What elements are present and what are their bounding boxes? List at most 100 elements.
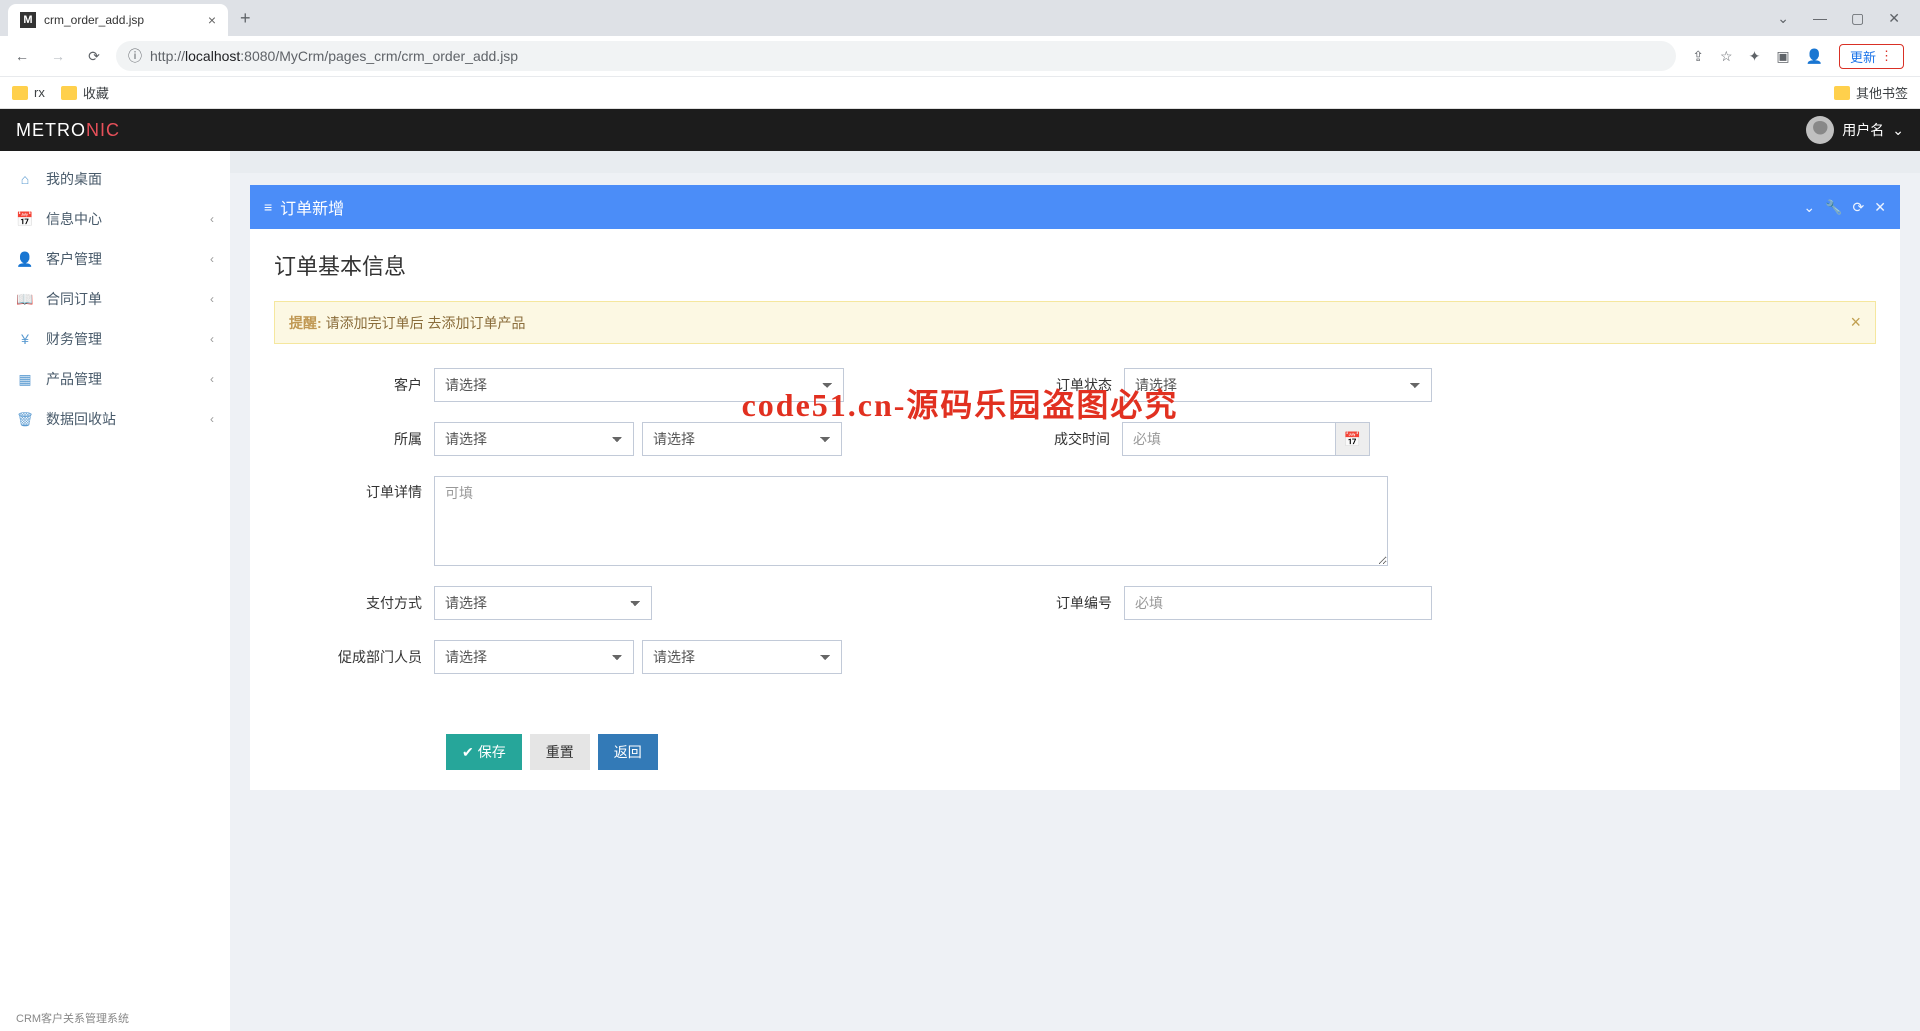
chevron-left-icon: ‹ bbox=[210, 332, 214, 346]
panel-actions: ⌄ 🔧 ⟳ ✕ bbox=[1803, 199, 1886, 216]
reset-button[interactable]: 重置 bbox=[530, 734, 590, 770]
order-status-select[interactable]: 请选择 bbox=[1124, 368, 1432, 402]
address-bar: ← → ⟳ ⓘ http://localhost:8080/MyCrm/page… bbox=[0, 36, 1920, 76]
browser-tab[interactable]: M crm_order_add.jsp × bbox=[8, 4, 228, 36]
close-window-icon[interactable]: ✕ bbox=[1888, 10, 1900, 27]
footer-hint: CRM客户关系管理系统 bbox=[16, 1010, 129, 1026]
sidebar-item-customer[interactable]: 👤 客户管理 ‹ bbox=[0, 239, 230, 279]
close-panel-icon[interactable]: ✕ bbox=[1874, 199, 1886, 216]
back-button[interactable]: 返回 bbox=[598, 734, 658, 770]
dept-staff-label: 促成部门人员 bbox=[274, 647, 434, 667]
section-title: 订单基本信息 bbox=[274, 249, 1876, 281]
profile-icon[interactable]: 👤 bbox=[1806, 48, 1823, 65]
staff-select[interactable]: 请选择 bbox=[642, 640, 842, 674]
new-tab-button[interactable]: + bbox=[240, 8, 251, 29]
window-controls: ⌄ — ▢ ✕ bbox=[1777, 10, 1912, 27]
back-button[interactable]: ← bbox=[8, 42, 36, 70]
menu-dots-icon: ⋮ bbox=[1880, 48, 1893, 64]
chevron-left-icon: ‹ bbox=[210, 212, 214, 226]
order-no-label: 订单编号 bbox=[1004, 593, 1124, 613]
browser-chrome: M crm_order_add.jsp × + ⌄ — ▢ ✕ ← → ⟳ ⓘ … bbox=[0, 0, 1920, 109]
customer-select[interactable]: 请选择 bbox=[434, 368, 844, 402]
sidebar: ⌂ 我的桌面 📅 信息中心 ‹ 👤 客户管理 ‹ 📖 合同订单 ‹ ¥ 财务管理… bbox=[0, 151, 230, 1031]
sidebar-item-info[interactable]: 📅 信息中心 ‹ bbox=[0, 199, 230, 239]
chevron-left-icon: ‹ bbox=[210, 292, 214, 306]
refresh-icon[interactable]: ⟳ bbox=[1853, 199, 1865, 216]
url-field[interactable]: ⓘ http://localhost:8080/MyCrm/pages_crm/… bbox=[116, 41, 1676, 71]
breadcrumb-bar bbox=[230, 151, 1920, 173]
owner2-select[interactable]: 请选择 bbox=[642, 422, 842, 456]
deal-time-input[interactable] bbox=[1122, 422, 1336, 456]
sidebar-item-label: 合同订单 bbox=[46, 289, 198, 309]
config-icon[interactable]: 🔧 bbox=[1825, 199, 1842, 216]
sidebar-item-label: 信息中心 bbox=[46, 209, 198, 229]
sidebar-item-label: 客户管理 bbox=[46, 249, 198, 269]
alert-label: 提醒: bbox=[289, 313, 322, 333]
customer-label: 客户 bbox=[274, 375, 434, 395]
bookmark-other[interactable]: 其他书签 bbox=[1834, 83, 1908, 102]
minimize-icon[interactable]: — bbox=[1813, 10, 1827, 27]
folder-icon bbox=[61, 86, 77, 100]
username-label: 用户名 bbox=[1842, 120, 1884, 140]
form-actions: ✔保存 重置 返回 bbox=[274, 694, 1876, 770]
tab-bar: M crm_order_add.jsp × + ⌄ — ▢ ✕ bbox=[0, 0, 1920, 36]
tab-favicon: M bbox=[20, 12, 36, 28]
forward-button[interactable]: → bbox=[44, 42, 72, 70]
dept-select[interactable]: 请选择 bbox=[434, 640, 634, 674]
tab-title: crm_order_add.jsp bbox=[44, 13, 200, 27]
order-no-input[interactable] bbox=[1124, 586, 1432, 620]
panel-body: 订单基本信息 提醒: 请添加完订单后 去添加订单产品 × 客户 请选择 订单状态 bbox=[250, 229, 1900, 790]
calendar-icon[interactable]: 📅 bbox=[1336, 422, 1370, 456]
folder-icon bbox=[1834, 86, 1850, 100]
sidebar-item-label: 产品管理 bbox=[46, 369, 198, 389]
toolbar-icons: ⇪ ☆ ✦ ▣ 👤 更新⋮ bbox=[1684, 44, 1912, 69]
main-layout: ⌂ 我的桌面 📅 信息中心 ‹ 👤 客户管理 ‹ 📖 合同订单 ‹ ¥ 财务管理… bbox=[0, 151, 1920, 1031]
order-panel: ≡ 订单新增 ⌄ 🔧 ⟳ ✕ 订单基本信息 提醒: 请添加完订单后 去添加订单产… bbox=[250, 185, 1900, 790]
deal-time-label: 成交时间 bbox=[1002, 429, 1122, 449]
alert-close-icon[interactable]: × bbox=[1850, 312, 1861, 333]
bookmark-rx[interactable]: rx bbox=[12, 85, 45, 100]
payment-select[interactable]: 请选择 bbox=[434, 586, 652, 620]
share-icon[interactable]: ⇪ bbox=[1692, 48, 1704, 65]
owner-select[interactable]: 请选择 bbox=[434, 422, 634, 456]
logo[interactable]: METRONIC bbox=[16, 120, 120, 141]
chevron-down-icon: ⌄ bbox=[1892, 122, 1904, 139]
avatar-icon bbox=[1806, 116, 1834, 144]
url-text: http://localhost:8080/MyCrm/pages_crm/cr… bbox=[150, 48, 518, 64]
extensions-icon[interactable]: ✦ bbox=[1749, 48, 1761, 65]
alert-box: 提醒: 请添加完订单后 去添加订单产品 × bbox=[274, 301, 1876, 344]
collapse-icon[interactable]: ⌄ bbox=[1803, 199, 1815, 216]
menu-icon: ≡ bbox=[264, 199, 272, 215]
sidebar-item-label: 财务管理 bbox=[46, 329, 198, 349]
tab-close-icon[interactable]: × bbox=[208, 12, 216, 28]
person-icon: 👤 bbox=[16, 251, 34, 268]
sidebar-item-contract[interactable]: 📖 合同订单 ‹ bbox=[0, 279, 230, 319]
reload-button[interactable]: ⟳ bbox=[80, 42, 108, 70]
home-icon: ⌂ bbox=[16, 171, 34, 187]
sidebar-item-recycle[interactable]: 🗑 数据回收站 ‹ bbox=[0, 399, 230, 439]
app-header: METRONIC 用户名 ⌄ bbox=[0, 109, 1920, 151]
update-button[interactable]: 更新⋮ bbox=[1839, 44, 1904, 69]
order-status-label: 订单状态 bbox=[1004, 375, 1124, 395]
sidebar-item-label: 我的桌面 bbox=[46, 169, 214, 189]
sidebar-item-product[interactable]: ▦ 产品管理 ‹ bbox=[0, 359, 230, 399]
star-icon[interactable]: ☆ bbox=[1720, 48, 1733, 65]
chevron-down-icon[interactable]: ⌄ bbox=[1777, 10, 1789, 27]
bookmark-fav[interactable]: 收藏 bbox=[61, 83, 109, 102]
info-icon: ⓘ bbox=[128, 46, 142, 66]
detail-label: 订单详情 bbox=[274, 476, 434, 502]
sidebar-item-desktop[interactable]: ⌂ 我的桌面 bbox=[0, 159, 230, 199]
sidepanel-icon[interactable]: ▣ bbox=[1776, 48, 1789, 65]
payment-label: 支付方式 bbox=[274, 593, 434, 613]
content-area: ≡ 订单新增 ⌄ 🔧 ⟳ ✕ 订单基本信息 提醒: 请添加完订单后 去添加订单产… bbox=[230, 151, 1920, 1031]
save-button[interactable]: ✔保存 bbox=[446, 734, 522, 770]
detail-textarea[interactable] bbox=[434, 476, 1388, 566]
calendar-icon: 📅 bbox=[16, 211, 34, 228]
user-menu[interactable]: 用户名 ⌄ bbox=[1806, 116, 1904, 144]
check-icon: ✔ bbox=[462, 744, 474, 761]
yen-icon: ¥ bbox=[16, 331, 34, 347]
sidebar-item-finance[interactable]: ¥ 财务管理 ‹ bbox=[0, 319, 230, 359]
maximize-icon[interactable]: ▢ bbox=[1851, 10, 1864, 27]
panel-header: ≡ 订单新增 ⌄ 🔧 ⟳ ✕ bbox=[250, 185, 1900, 229]
bookmarks-bar: rx 收藏 其他书签 bbox=[0, 76, 1920, 108]
